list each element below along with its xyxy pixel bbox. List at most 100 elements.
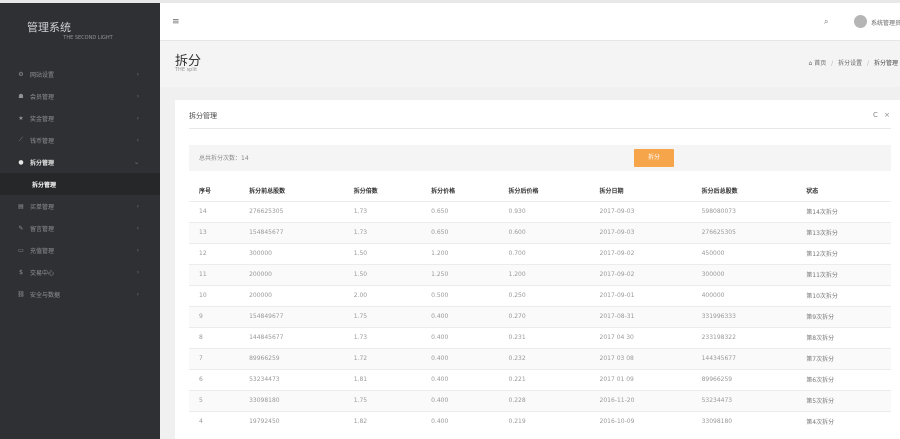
table-cell: 第10次拆分 — [796, 284, 891, 306]
table-cell: 1.81 — [343, 368, 422, 390]
table-cell: 300000 — [239, 242, 344, 264]
table-cell: 0.221 — [498, 368, 590, 390]
table-row: 11 200000 1.50 1.250 1.200 2017-09-02 300000 第1… — [189, 263, 891, 285]
search-icon[interactable]: ⌕ — [824, 17, 828, 27]
table-cell: 0.400 — [421, 326, 499, 348]
sidebar-item-split[interactable]: ● 拆分管理 ⌄ — [0, 151, 160, 173]
table-cell: 89966259 — [691, 368, 797, 390]
home-icon: ⌂ — [808, 60, 813, 67]
table-cell: 第9次拆分 — [796, 305, 891, 327]
sidebar-item-bonus[interactable]: ★ 奖金管理 › — [0, 107, 160, 129]
table-cell: 276625305 — [691, 221, 797, 243]
table-cell: 0.400 — [421, 389, 499, 411]
table-cell: 1.72 — [343, 347, 422, 369]
table-cell: 0.650 — [421, 200, 499, 222]
table-cell: 0.400 — [421, 305, 499, 327]
table-cell: 0.930 — [498, 200, 590, 222]
table-cell: 第12次拆分 — [796, 242, 891, 264]
star-icon: ★ — [18, 114, 24, 122]
table-cell: 0.219 — [498, 410, 590, 432]
table-cell: 0.650 — [421, 221, 499, 243]
table-cell: 276625305 — [239, 200, 344, 222]
table-row: 6 53234473 1.81 0.400 0.221 2017 01 09 8996625… — [189, 368, 891, 390]
table-row: 9 154849677 1.75 0.400 0.270 2017-08-31 331996… — [189, 305, 891, 327]
chevron-right-icon: › — [136, 202, 139, 210]
table-cell: 2016-10-09 — [589, 410, 692, 432]
table-cell: 233198322 — [691, 326, 797, 348]
table-cell: 1.73 — [343, 326, 422, 348]
table-cell: 19792450 — [239, 410, 344, 432]
breadcrumb-home[interactable]: 首页 — [814, 60, 826, 67]
page-subtitle: THE split — [175, 67, 198, 73]
chevron-right-icon: › — [136, 70, 139, 78]
sidebar-item-currency[interactable]: ⟋ 钱币管理 › — [0, 129, 160, 151]
table-cell: 10 — [189, 284, 240, 306]
close-icon[interactable]: × — [884, 111, 890, 119]
table-cell: 598080073 — [691, 200, 797, 222]
users-icon: ☗ — [18, 92, 24, 100]
column-header: 拆分前总股数 — [249, 188, 286, 196]
table-cell: 144345677 — [691, 347, 797, 369]
table-cell: 0.400 — [421, 410, 499, 432]
avatar[interactable] — [854, 15, 867, 28]
table-row: 13 154845677 1.73 0.650 0.600 2017-09-03 27662… — [189, 221, 891, 243]
column-header: 拆分日期 — [599, 188, 624, 196]
sidebar: 管理系统 THE SECOND LIGHT ⚙ 网站设置 › ☗ 会员管理 › … — [0, 3, 160, 439]
brand: 管理系统 THE SECOND LIGHT — [0, 3, 160, 41]
chevron-right-icon: › — [136, 92, 139, 100]
breadcrumb-split-settings[interactable]: 拆分设置 — [838, 60, 862, 67]
table-cell: 9 — [189, 305, 240, 327]
table-cell: 53234473 — [691, 389, 797, 411]
menu-toggle-icon[interactable]: ≡ — [172, 17, 180, 27]
sidebar-item-label: 安全与数据 — [30, 291, 61, 299]
table-cell: 第5次拆分 — [796, 389, 891, 411]
sidebar-item-label: 交易中心 — [30, 269, 55, 277]
sidebar-item-members[interactable]: ☗ 会员管理 › — [0, 85, 160, 107]
sidebar-item-security[interactable]: ⛓ 安全与数据 › — [0, 283, 160, 305]
table-cell: 第7次拆分 — [796, 347, 891, 369]
table-cell: 12 — [189, 242, 240, 264]
breadcrumb: ⌂ 首页 / 拆分设置 / 拆分管理 — [808, 58, 898, 67]
table-row: 10 200000 2.00 0.500 0.250 2017-09-01 400000 第1… — [189, 284, 891, 306]
sidebar-item-orders[interactable]: ▤ 买单管理 › — [0, 195, 160, 217]
refresh-icon[interactable]: C — [873, 111, 878, 119]
table-cell: 154845677 — [239, 221, 344, 243]
sidebar-item-recharge[interactable]: ▭ 充值管理 › — [0, 239, 160, 261]
table-cell: 2017-09-03 — [589, 200, 692, 222]
top-header: ≡ ⌕ 系统管理员 — [160, 3, 900, 41]
table-cell: 13 — [189, 221, 240, 243]
sidebar-subitem-split-management[interactable]: 拆分管理 — [0, 173, 160, 195]
sidebar-item-site-settings[interactable]: ⚙ 网站设置 › — [0, 63, 160, 85]
table-cell: 0.232 — [498, 347, 590, 369]
username[interactable]: 系统管理员 — [871, 18, 900, 27]
chevron-right-icon: › — [136, 268, 139, 276]
table-cell: 0.700 — [498, 242, 590, 264]
table-cell: 53234473 — [239, 368, 344, 390]
table-cell: 7 — [189, 347, 240, 369]
table-cell: 200000 — [239, 263, 344, 285]
chevron-right-icon: › — [136, 224, 139, 232]
table-cell: 6 — [189, 368, 240, 390]
card-icon: ▭ — [18, 246, 24, 254]
table-cell: 0.500 — [421, 284, 499, 306]
table-cell: 300000 — [691, 263, 797, 285]
sidebar-item-trading[interactable]: $ 交易中心 › — [0, 261, 160, 283]
split-button[interactable]: 拆分 — [634, 149, 674, 167]
table-cell: 2017-08-31 — [589, 305, 692, 327]
table-cell: 第6次拆分 — [796, 368, 891, 390]
table-cell: 1.73 — [343, 200, 422, 222]
table-cell: 154849677 — [239, 305, 344, 327]
sidebar-item-messages[interactable]: ✎ 留言管理 › — [0, 217, 160, 239]
chevron-down-icon: ⌄ — [133, 158, 139, 166]
column-header: 序号 — [199, 188, 212, 196]
table-cell: 第11次拆分 — [796, 263, 891, 285]
sidebar-item-label: 拆分管理 — [30, 159, 55, 167]
panel-title: 拆分管理 — [189, 112, 217, 120]
table-cell: 144845677 — [239, 326, 344, 348]
table-cell: 89966259 — [239, 347, 344, 369]
table-row: 4 19792450 1.82 0.400 0.219 2016-10-09 3309818… — [189, 410, 891, 432]
breadcrumb-current: 拆分管理 — [873, 60, 898, 67]
divider — [189, 128, 891, 129]
column-header: 拆分后总股数 — [701, 188, 738, 196]
table-cell: 8 — [189, 326, 240, 348]
